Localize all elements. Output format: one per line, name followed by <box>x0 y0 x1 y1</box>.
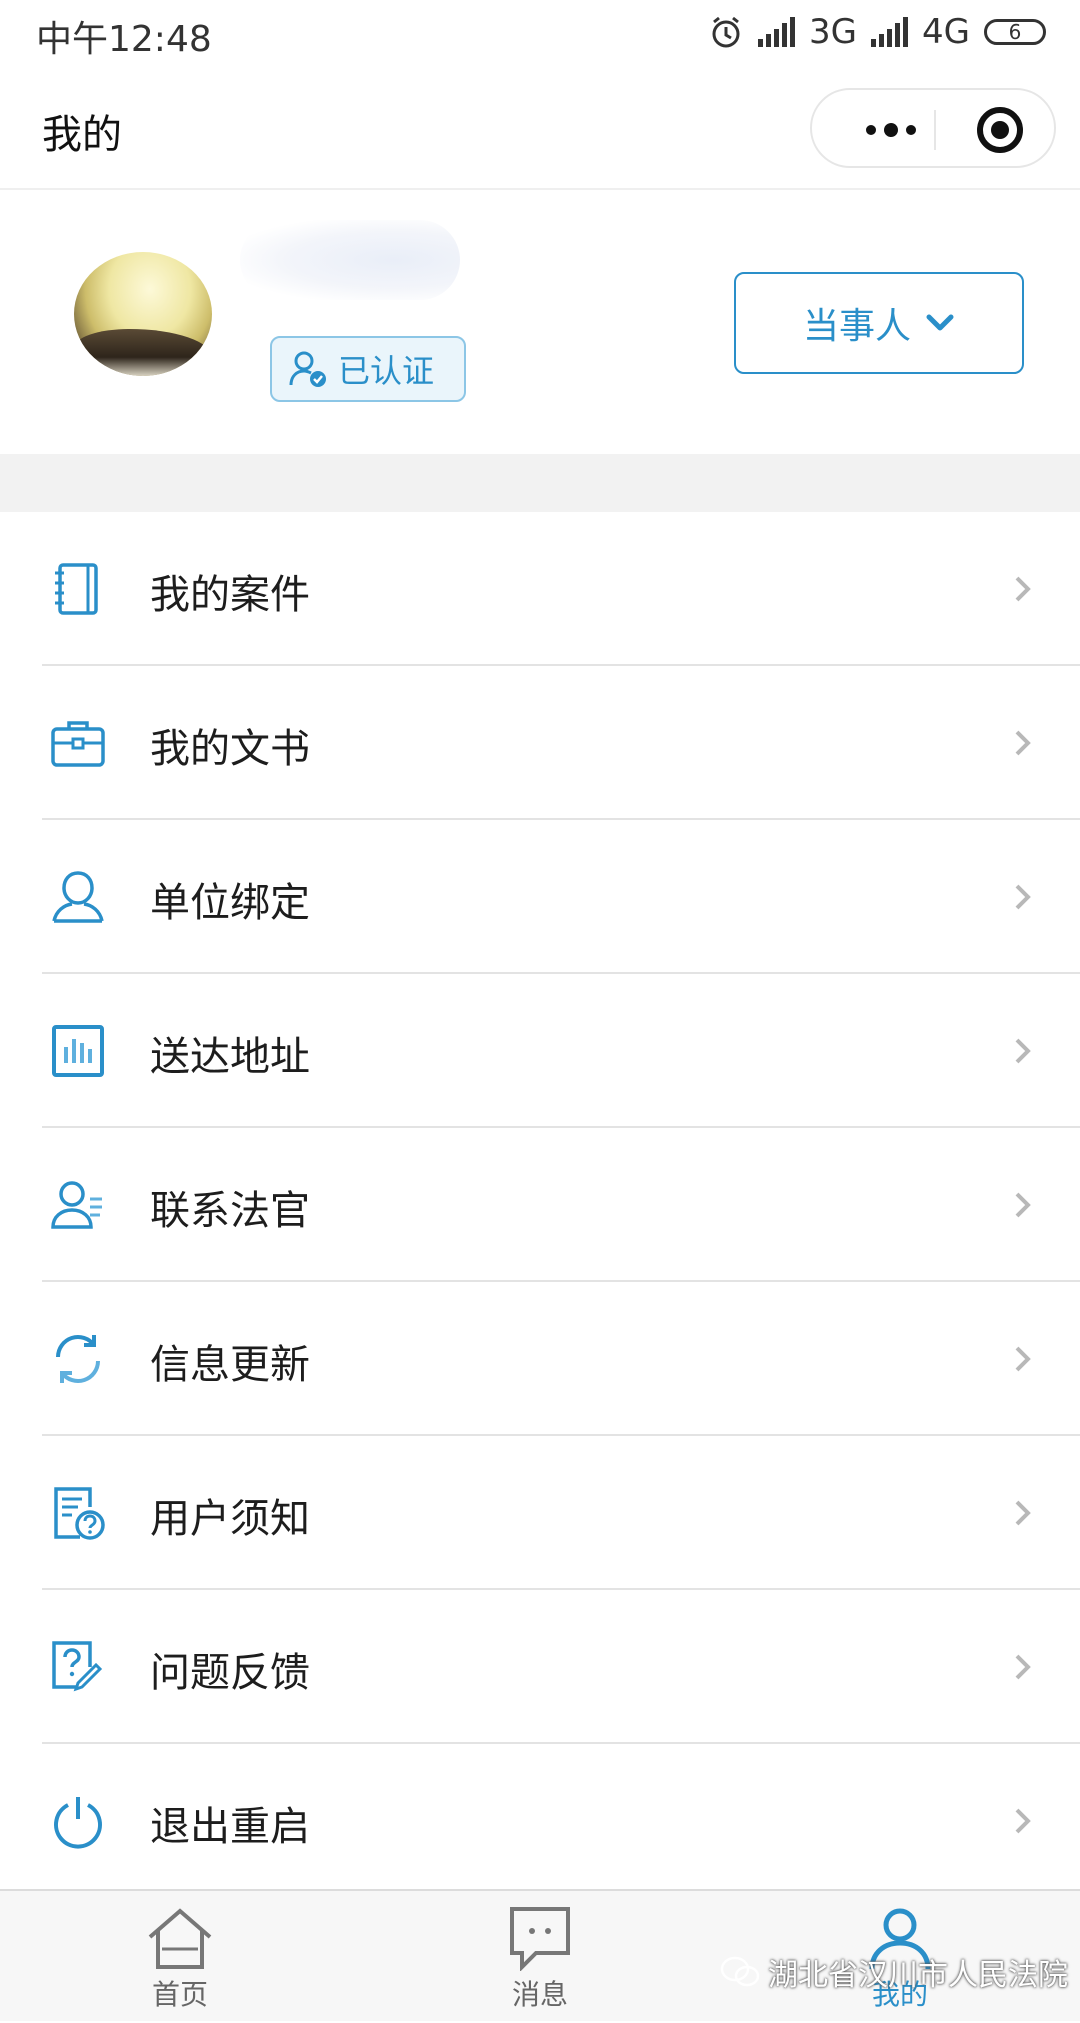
feedback-edit-icon <box>52 1641 103 1692</box>
menu-item-feedback[interactable]: 问题反馈 <box>42 1590 1080 1744</box>
wechat-icon <box>720 1956 760 1987</box>
contact-person-icon <box>51 1181 102 1229</box>
chevron-right-icon <box>1015 1192 1031 1218</box>
signal-icon <box>758 17 796 47</box>
chevron-right-icon <box>1015 1500 1031 1526</box>
watermark-text: 湖北省汉川市人民法院 <box>768 1958 1068 1993</box>
nav-bar: 我的 <box>0 72 1080 190</box>
role-label: 当事人 <box>802 306 911 347</box>
notebook-icon <box>55 563 98 615</box>
briefcase-icon <box>51 721 105 767</box>
message-icon <box>510 1907 570 1971</box>
capsule-divider <box>934 110 936 150</box>
verified-badge: 已认证 <box>270 336 466 402</box>
menu-item-label: 送达地址 <box>150 1034 310 1080</box>
chevron-right-icon <box>1015 1808 1031 1834</box>
tab-label: 首页 <box>151 1978 208 2011</box>
menu-item-my-documents[interactable]: 我的文书 <box>42 666 1080 820</box>
more-icon[interactable] <box>848 116 934 144</box>
section-gap <box>0 454 1080 512</box>
role-selector[interactable]: 当事人 <box>734 272 1024 374</box>
network-3g-label: 3G <box>809 12 858 52</box>
chevron-down-icon <box>926 314 954 331</box>
tab-label: 消息 <box>511 1978 568 2011</box>
user-name-blurred <box>240 220 460 300</box>
menu-item-info-update[interactable]: 信息更新 <box>42 1282 1080 1436</box>
menu-item-label: 问题反馈 <box>150 1650 310 1696</box>
battery-level: 6 <box>1008 20 1022 44</box>
menu-item-label: 我的文书 <box>150 726 310 772</box>
refresh-icon <box>56 1335 100 1383</box>
chevron-right-icon <box>1015 1654 1031 1680</box>
menu-item-unit-binding[interactable]: 单位绑定 <box>42 820 1080 974</box>
menu-list: 我的案件 我的文书 单位绑定 送达地址 联系法官 信息更新 用户须知 问题反馈 … <box>0 512 1080 1898</box>
menu-item-label: 单位绑定 <box>150 880 310 926</box>
chevron-right-icon <box>1015 1346 1031 1372</box>
chevron-right-icon <box>1015 730 1031 756</box>
menu-item-label: 退出重启 <box>150 1804 310 1850</box>
chevron-right-icon <box>1015 1038 1031 1064</box>
menu-item-label: 我的案件 <box>150 572 310 618</box>
profile-section: 已认证 当事人 <box>0 190 1080 454</box>
watermark: 湖北省汉川市人民法院 <box>720 1950 1068 1994</box>
menu-item-logout-restart[interactable]: 退出重启 <box>42 1744 1080 1898</box>
alarm-icon <box>712 16 740 48</box>
tab-messages[interactable]: 消息 <box>470 1905 610 2023</box>
bar-chart-icon <box>52 1025 104 1077</box>
menu-item-label: 信息更新 <box>150 1342 310 1388</box>
miniprogram-capsule <box>810 88 1056 168</box>
network-4g-label: 4G <box>922 12 970 52</box>
chevron-right-icon <box>1015 884 1031 910</box>
person-icon <box>52 871 104 923</box>
status-time: 中午12:48 <box>36 19 212 60</box>
verified-user-icon <box>289 351 326 387</box>
close-target-icon[interactable] <box>977 107 1023 153</box>
home-icon <box>148 1908 212 1969</box>
power-icon <box>54 1797 102 1849</box>
menu-item-contact-judge[interactable]: 联系法官 <box>42 1128 1080 1282</box>
avatar[interactable] <box>74 252 212 376</box>
menu-item-label: 用户须知 <box>150 1496 310 1542</box>
menu-item-delivery-address[interactable]: 送达地址 <box>42 974 1080 1128</box>
signal-hd-icon <box>871 17 909 47</box>
battery-icon: 6 <box>984 19 1046 45</box>
document-question-icon <box>54 1487 105 1540</box>
menu-item-my-cases[interactable]: 我的案件 <box>42 512 1080 666</box>
tab-home[interactable]: 首页 <box>110 1905 250 2023</box>
menu-item-label: 联系法官 <box>150 1188 310 1234</box>
menu-item-user-notice[interactable]: 用户须知 <box>42 1436 1080 1590</box>
page-title: 我的 <box>42 112 122 158</box>
status-bar: 中午12:48 3G 4G 6 <box>0 0 1080 72</box>
chevron-right-icon <box>1015 576 1031 602</box>
status-icons: 3G 4G 6 <box>708 12 1046 52</box>
verified-label: 已认证 <box>338 352 435 390</box>
